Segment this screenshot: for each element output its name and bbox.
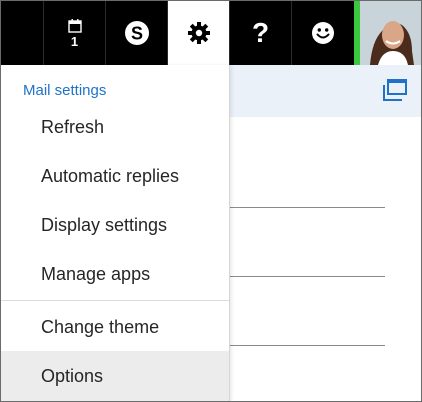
settings-button[interactable] — [167, 1, 229, 65]
gear-icon — [187, 22, 210, 44]
menu-item-options[interactable]: Options — [1, 351, 229, 401]
popout-window-icon[interactable] — [383, 79, 407, 101]
menu-header-mail-settings: Mail settings — [23, 82, 107, 99]
menu-item-label: Options — [41, 365, 104, 386]
outlook-window: 1 S ? Mail settings Refresh Automatic re… — [0, 0, 422, 402]
calendar-button[interactable]: 1 — [43, 1, 105, 65]
avatar-photo — [360, 1, 421, 65]
smiley-icon — [312, 22, 334, 44]
settings-dropdown-menu: Mail settings Refresh Automatic replies … — [1, 65, 230, 401]
user-avatar[interactable] — [360, 1, 421, 65]
calendar-count: 1 — [70, 33, 79, 49]
menu-item-label: Change theme — [41, 316, 160, 337]
help-button[interactable]: ? — [229, 1, 291, 65]
menu-item-change-theme[interactable]: Change theme — [1, 303, 229, 351]
menu-item-display-settings[interactable]: Display settings — [1, 201, 229, 249]
divider-line — [229, 276, 385, 277]
calendar-icon — [67, 18, 82, 33]
skype-button[interactable]: S — [105, 1, 167, 65]
menu-item-label: Refresh — [41, 116, 105, 137]
svg-text:S: S — [130, 24, 142, 44]
divider-line — [229, 207, 385, 208]
menu-item-label: Automatic replies — [41, 165, 180, 186]
skype-icon: S — [124, 21, 149, 45]
menu-item-label: Display settings — [41, 214, 168, 235]
menu-item-manage-apps[interactable]: Manage apps — [1, 250, 229, 298]
menu-item-automatic-replies[interactable]: Automatic replies — [1, 152, 229, 200]
menu-divider — [1, 300, 229, 301]
calendar-reminder: 1 — [67, 18, 82, 49]
top-navigation-bar: 1 S ? — [1, 1, 421, 65]
menu-item-refresh[interactable]: Refresh — [1, 103, 229, 151]
question-icon: ? — [251, 17, 270, 48]
divider-line — [229, 345, 385, 346]
feedback-button[interactable] — [291, 1, 354, 65]
menu-item-label: Manage apps — [41, 263, 151, 284]
